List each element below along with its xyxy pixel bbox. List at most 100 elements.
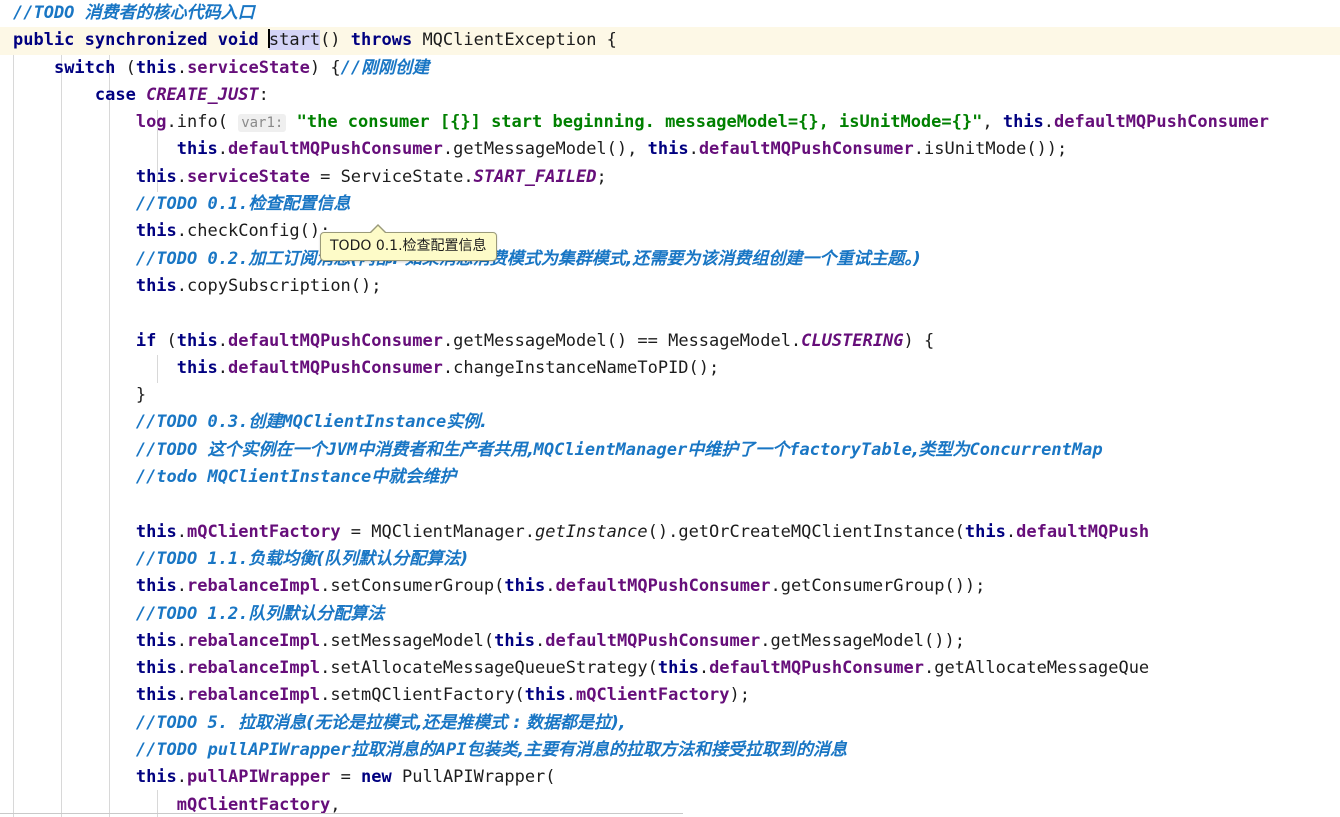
code-token: rebalanceImpl [187,658,321,679]
code-line[interactable]: //TODO 1.1.负载均衡(队列默认分配算法) [0,546,1340,573]
code-line[interactable]: //TODO 消费者的核心代码入口 [0,0,1340,27]
code-token: pullAPIWrapper [187,767,331,788]
code-line[interactable]: //TODO 0.1.检查配置信息 [0,191,1340,218]
code-token: PullAPIWrapper( [402,767,556,788]
code-line[interactable] [0,300,1340,327]
code-token: this [135,57,177,78]
code-token: . [176,576,188,597]
code-token: ; [596,166,607,187]
code-token: . [217,139,228,160]
code-line[interactable]: switch (this.serviceState) {//刚刚创建 [0,55,1340,82]
code-token: () [320,30,351,51]
code-token: case [94,84,147,105]
code-token: this [135,275,177,296]
code-editor[interactable]: //TODO 消费者的核心代码入口 public synchronized voi… [0,0,1340,817]
code-line[interactable]: //TODO 0.2.加工订阅消息(内部: 如果消息消费模式为集群模式,还需要为… [0,246,1340,273]
code-token: .getAllocateMessageQue [924,658,1150,679]
code-token: 这个实例在一个 [207,439,327,460]
code-line[interactable]: this.defaultMQPushConsumer.changeInstanc… [0,355,1340,382]
code-token: this [135,630,177,651]
code-line-current[interactable]: public synchronized void start() throws … [0,27,1340,55]
code-token: 包装类,主要有消息的拉取方法和接受拉取到的消息 [466,740,847,761]
code-token: ConcurrentMap [969,439,1103,460]
code-token: 中就会维护 [371,467,457,488]
code-line[interactable]: //TODO 0.3.创建MQClientInstance实例. [0,409,1340,436]
code-line[interactable] [0,491,1340,518]
code-token: defaultMQPush [1016,521,1150,542]
code-token: this [135,166,177,187]
code-line[interactable]: this.checkConfig(); [0,218,1340,245]
code-token: //TODO 0.2. [135,248,249,269]
code-token: public synchronized void [13,30,269,51]
code-token: .getConsumerGroup()); [770,576,986,597]
code-token: this [176,330,218,351]
code-token: .setMessageModel( [320,630,495,651]
code-token: . [176,767,188,788]
code-token: var1: [238,114,287,133]
code-token: = MQClientManager. [340,521,536,542]
code-line[interactable]: this.serviceState = ServiceState.START_F… [0,164,1340,191]
code-line[interactable]: this.rebalanceImpl.setAllocateMessageQue… [0,655,1340,682]
code-line[interactable]: case CREATE_JUST: [0,82,1340,109]
code-token: new [361,767,402,788]
code-token: 负载均衡(队列默认分配算法) [248,548,468,569]
code-line[interactable]: //TODO 1.2.队列默认分配算法 [0,601,1340,628]
code-token: 拉取消息的 [350,740,436,761]
code-line[interactable]: log.info( var1: "the consumer [{}] start… [0,109,1340,136]
code-token: serviceState [187,166,310,187]
code-line[interactable]: if (this.defaultMQPushConsumer.getMessag… [0,328,1340,355]
code-token: CLUSTERING [801,330,904,351]
code-line[interactable]: this.rebalanceImpl.setMessageModel(this.… [0,628,1340,655]
code-token: MQClientInstance [282,412,447,433]
code-line[interactable]: //TODO pullAPIWrapper拉取消息的API包装类,主要有消息的拉… [0,737,1340,764]
code-token: 拉取消息(无论是拉模式,还是推模式 : 数据都是拉), [238,712,626,733]
code-token: "the consumer [{}] start beginning. mess… [296,112,983,133]
code-token: mQClientFactory [176,794,331,815]
code-token: this [1002,112,1044,133]
code-token: 检查配置信息 [248,194,351,215]
code-line[interactable]: this.rebalanceImpl.setmQClientFactory(th… [0,682,1340,709]
code-token: this [135,658,177,679]
code-token: 消费者的核心代码入口 [84,3,255,23]
code-token: ); [729,685,751,706]
code-token: 实例. [446,412,487,433]
code-token: this [524,685,566,706]
code-token: . [217,330,228,351]
code-token: . [176,57,188,78]
code-line[interactable]: this.copySubscription(); [0,273,1340,300]
code-token: defaultMQPushConsumer [227,139,443,160]
code-token: = ServiceState. [309,166,474,187]
code-token: ( [166,330,177,351]
code-lines[interactable]: //TODO 消费者的核心代码入口 public synchronized voi… [0,0,1340,817]
code-line[interactable]: this.mQClientFactory = MQClientManager.g… [0,519,1340,546]
code-token: // [340,57,362,78]
code-token: getInstance [535,521,648,542]
code-token: .setmQClientFactory( [320,685,525,706]
code-token: rebalanceImpl [187,685,321,706]
code-line[interactable]: //TODO 5. 拉取消息(无论是拉模式,还是推模式 : 数据都是拉), [0,710,1340,737]
code-line[interactable]: this.rebalanceImpl.setConsumerGroup(this… [0,573,1340,600]
code-token: ) { [903,330,935,351]
code-token: //TODO [135,439,208,460]
code-token: this [657,658,699,679]
text-caret [267,29,270,49]
code-token: . [535,630,546,651]
code-line[interactable]: this.pullAPIWrapper = new PullAPIWrapper… [0,764,1340,791]
code-token: MQClientException { [422,30,617,51]
code-token: . [565,685,576,706]
code-line[interactable]: //TODO 这个实例在一个JVM中消费者和生产者共用,MQClientMana… [0,437,1340,464]
code-line[interactable]: } [0,382,1340,409]
code-token: defaultMQPushConsumer [1054,112,1269,133]
code-line[interactable]: this.defaultMQPushConsumer.getMessageMod… [0,136,1340,163]
code-line[interactable]: //todo MQClientInstance中就会维护 [0,464,1340,491]
